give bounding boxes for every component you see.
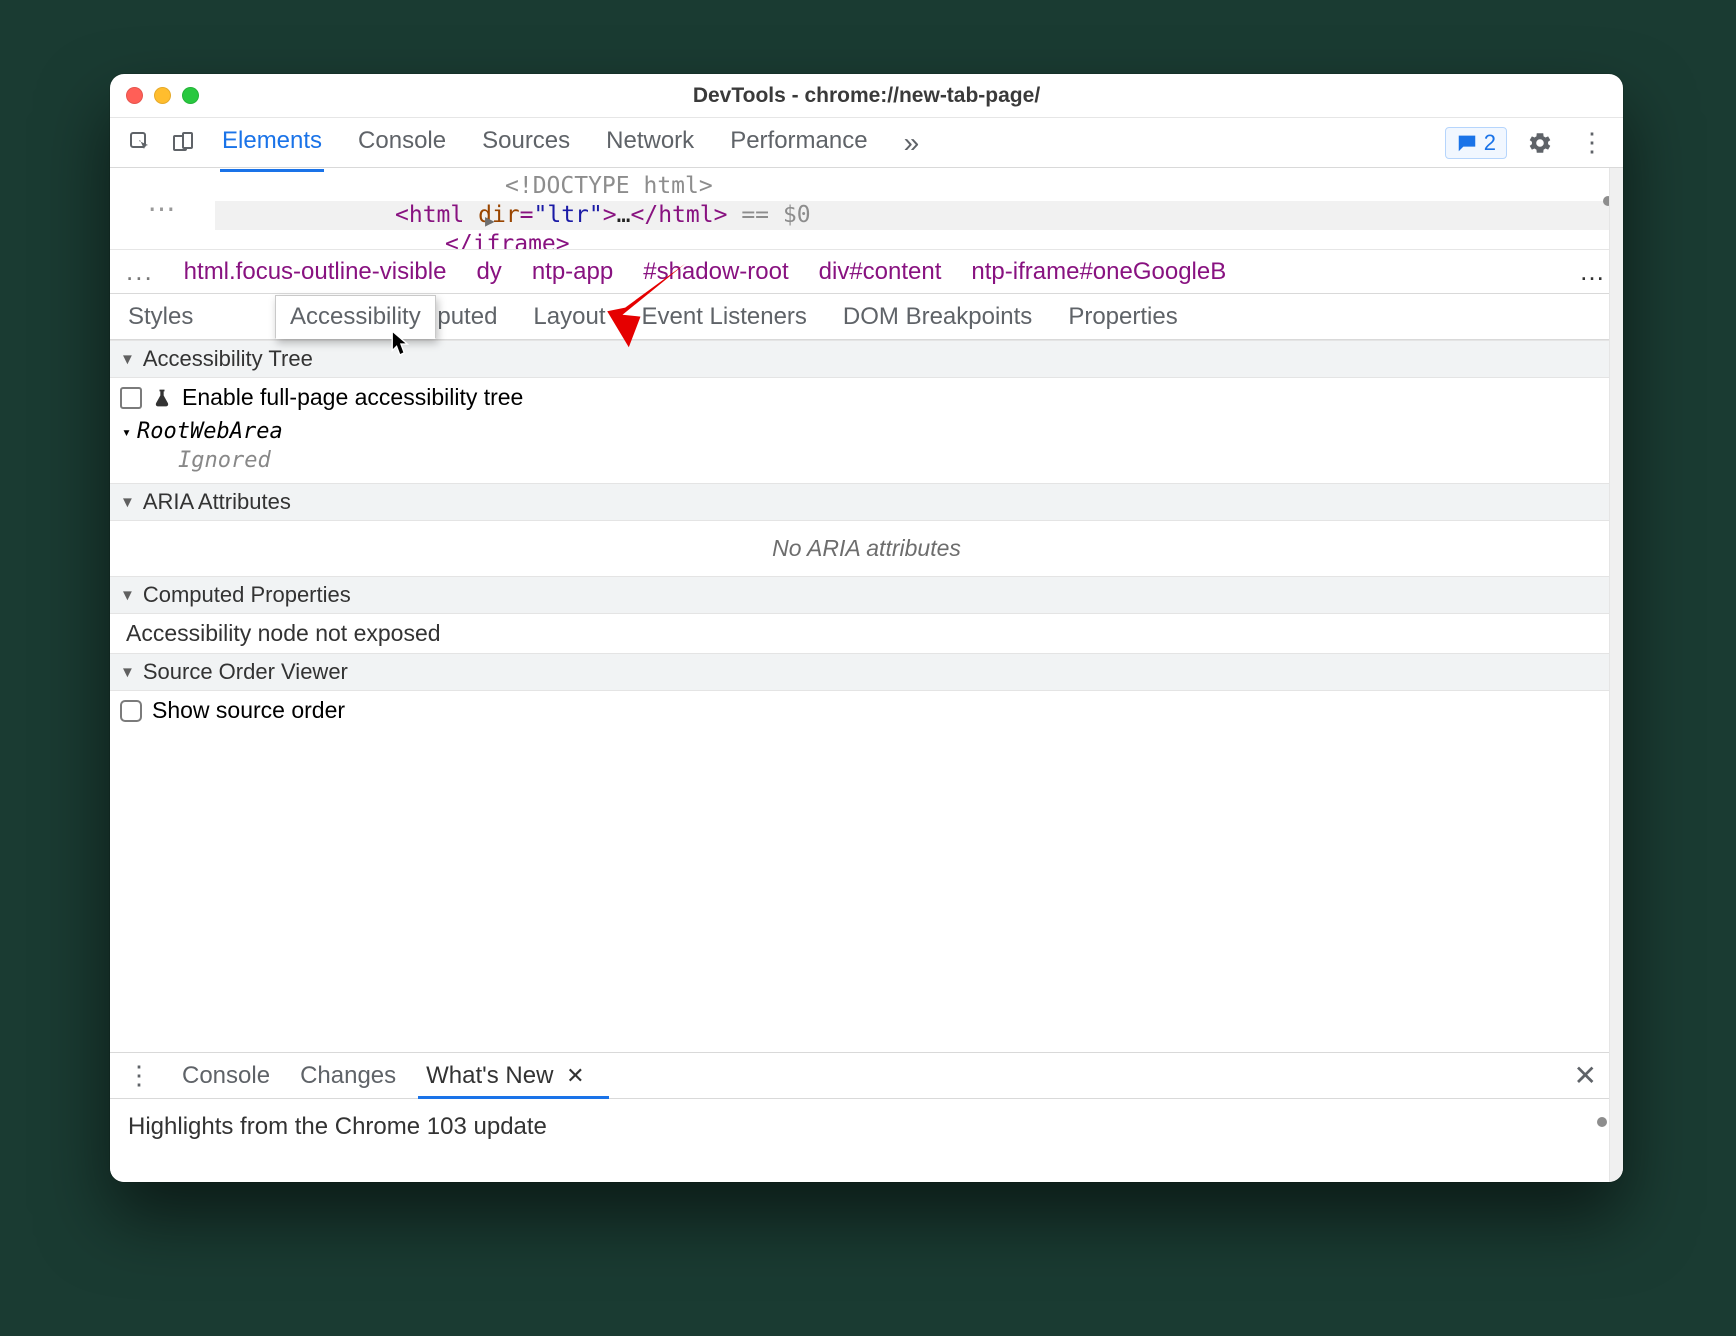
section-accessibility-tree[interactable]: ▼Accessibility Tree: [110, 340, 1623, 378]
section-computed-properties[interactable]: ▼Computed Properties: [110, 576, 1623, 614]
breadcrumb-start-ellipsis[interactable]: ...: [126, 256, 154, 287]
computed-msg: Accessibility node not exposed: [110, 614, 1623, 653]
tree-root-row[interactable]: ▾ RootWebArea: [110, 417, 1623, 446]
inspect-element-icon[interactable]: [122, 124, 160, 162]
issues-badge[interactable]: 2: [1445, 127, 1507, 159]
drawer-kebab-icon[interactable]: ⋮: [122, 1060, 156, 1091]
section-aria-attributes[interactable]: ▼ARIA Attributes: [110, 483, 1623, 521]
breadcrumb-item[interactable]: html.focus-outline-visible: [184, 258, 447, 286]
checkbox-icon[interactable]: [120, 387, 142, 409]
drawer-close-icon[interactable]: ✕: [1574, 1059, 1597, 1092]
dom-tree-area[interactable]: ⋯ <!DOCTYPE html> ▶ <html dir="ltr">…</h…: [110, 168, 1623, 250]
sidetab-dom-breakpoints[interactable]: DOM Breakpoints: [839, 295, 1036, 339]
settings-gear-icon[interactable]: [1521, 124, 1559, 162]
breadcrumb-item[interactable]: dy: [476, 258, 501, 286]
close-window-button[interactable]: [126, 87, 143, 104]
breadcrumb-item[interactable]: ntp-iframe#oneGoogleB: [971, 258, 1226, 286]
main-tabs: Elements Console Sources Network Perform…: [220, 115, 921, 171]
show-source-order-row[interactable]: Show source order: [110, 691, 1623, 730]
devtools-window: DevTools - chrome://new-tab-page/ Elemen…: [110, 74, 1623, 1182]
dom-doctype: <!DOCTYPE html>: [395, 172, 1623, 201]
minimize-window-button[interactable]: [154, 87, 171, 104]
tab-console[interactable]: Console: [356, 115, 448, 171]
drawer-tab-whats-new[interactable]: What's New ✕: [422, 1054, 588, 1098]
dom-iframe-close: </iframe>: [395, 230, 1623, 249]
drawer-body: Highlights from the Chrome 103 update: [110, 1099, 1609, 1155]
sidetab-properties[interactable]: Properties: [1064, 295, 1181, 339]
window-title: DevTools - chrome://new-tab-page/: [110, 84, 1623, 108]
sidetab-layout[interactable]: Layout: [529, 295, 609, 339]
tab-performance[interactable]: Performance: [728, 115, 869, 171]
breadcrumb-end-ellipsis[interactable]: …: [1579, 256, 1607, 287]
titlebar: DevTools - chrome://new-tab-page/: [110, 74, 1623, 118]
sidepanel-tabs: Styles mputed Layout Event Listeners DOM…: [110, 294, 1623, 340]
kebab-menu-icon[interactable]: ⋮: [1573, 124, 1611, 162]
breadcrumb-item[interactable]: div#content: [819, 258, 942, 286]
experiment-flask-icon: [152, 387, 172, 409]
zoom-window-button[interactable]: [182, 87, 199, 104]
close-tab-icon[interactable]: ✕: [566, 1063, 584, 1088]
sidetab-styles[interactable]: Styles: [124, 295, 197, 339]
tab-network[interactable]: Network: [604, 115, 696, 171]
tab-elements[interactable]: Elements: [220, 115, 324, 171]
device-toggle-icon[interactable]: [164, 124, 202, 162]
accessibility-panel: ▼Accessibility Tree Enable full-page acc…: [110, 340, 1623, 730]
issues-count: 2: [1484, 130, 1496, 156]
drawer-tabs: ⋮ Console Changes What's New ✕ ✕: [110, 1053, 1609, 1099]
traffic-lights: [126, 87, 199, 104]
dom-breadcrumb[interactable]: ... html.focus-outline-visible dy ntp-ap…: [110, 250, 1623, 294]
scroll-indicator-icon: [1597, 1117, 1607, 1127]
cursor-pointer-icon: [391, 330, 413, 356]
main-toolbar: Elements Console Sources Network Perform…: [110, 118, 1623, 168]
scrollbar[interactable]: [1609, 168, 1623, 1182]
aria-empty-msg: No ARIA attributes: [110, 521, 1623, 576]
drawer: ⋮ Console Changes What's New ✕ ✕ Highlig…: [110, 1052, 1609, 1182]
tree-ignored-label: Ignored: [110, 446, 1623, 483]
tab-sources[interactable]: Sources: [480, 115, 572, 171]
enable-full-page-tree-row[interactable]: Enable full-page accessibility tree: [110, 378, 1623, 417]
checkbox-icon[interactable]: [120, 700, 142, 722]
annotation-arrow-icon: [600, 259, 690, 349]
dom-html-element[interactable]: ▶ <html dir="ltr">…</html> == $0: [215, 201, 1623, 230]
drawer-tab-changes[interactable]: Changes: [296, 1054, 400, 1098]
show-source-order-label: Show source order: [152, 697, 345, 724]
enable-full-page-tree-label: Enable full-page accessibility tree: [182, 384, 523, 411]
tabs-overflow-icon[interactable]: »: [902, 115, 922, 171]
dom-tree-gutter: ⋯: [110, 168, 215, 249]
section-source-order-viewer[interactable]: ▼Source Order Viewer: [110, 653, 1623, 691]
drawer-tab-console[interactable]: Console: [178, 1054, 274, 1098]
